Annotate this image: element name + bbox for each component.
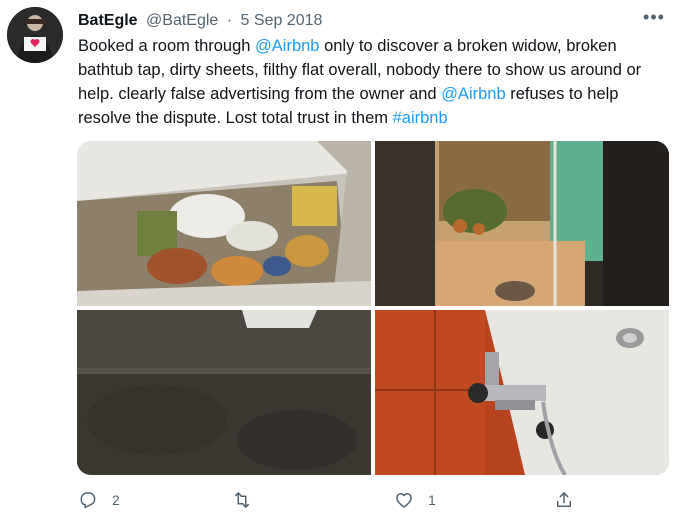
media-grid	[77, 141, 669, 475]
photo-3-image	[77, 310, 371, 475]
retweet-button[interactable]	[232, 488, 266, 512]
photo-1[interactable]	[77, 141, 371, 306]
author-name[interactable]: BatEgle	[78, 12, 138, 29]
reply-button[interactable]: 2	[78, 488, 120, 512]
mention-airbnb-2[interactable]: @Airbnb	[441, 85, 505, 103]
photo-2-image	[375, 141, 669, 306]
hashtag-airbnb[interactable]: #airbnb	[393, 109, 448, 127]
like-button[interactable]: 1	[394, 488, 436, 512]
retweet-icon	[235, 492, 249, 508]
tweet-header: BatEgle @BatEgle · 5 Sep 2018	[78, 10, 660, 32]
more-icon[interactable]: •••	[642, 8, 666, 30]
share-icon	[557, 492, 571, 507]
like-count: 1	[428, 492, 436, 508]
photo-1-image	[77, 141, 371, 306]
photo-2[interactable]	[375, 141, 669, 306]
tweet-text: Booked a room through @Airbnb only to di…	[78, 34, 668, 130]
reply-icon	[80, 492, 96, 509]
share-button[interactable]	[554, 488, 574, 512]
tweet-actions: 2 1	[78, 488, 588, 512]
avatar-image	[7, 7, 63, 63]
reply-count: 2	[112, 492, 120, 508]
photo-3[interactable]	[77, 310, 371, 475]
mention-airbnb-1[interactable]: @Airbnb	[255, 37, 319, 55]
tweet[interactable]: BatEgle @BatEgle · 5 Sep 2018 ••• Booked…	[0, 0, 680, 516]
photo-4-image	[375, 310, 669, 475]
avatar[interactable]	[7, 7, 63, 63]
photo-4[interactable]	[375, 310, 669, 475]
text-part-1: Booked a room through	[78, 37, 256, 55]
like-icon	[396, 493, 412, 508]
header-separator: ·	[226, 12, 233, 29]
author-handle[interactable]: @BatEgle	[146, 12, 218, 29]
tweet-date[interactable]: 5 Sep 2018	[241, 12, 323, 29]
